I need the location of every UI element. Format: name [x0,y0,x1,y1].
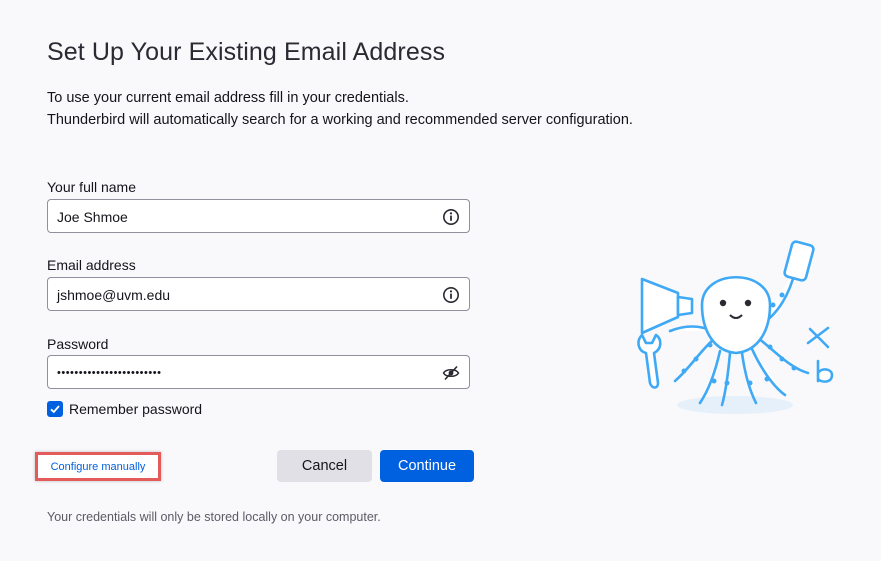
intro-line-1: To use your current email address fill i… [47,90,409,106]
email-value: jshmoe@uvm.edu [57,287,171,303]
checkmark-icon [50,405,60,414]
full-name-field[interactable]: Joe Shmoe [47,199,470,233]
privacy-footnote: Your credentials will only be stored loc… [47,510,381,524]
configure-manually-highlight: Configure manually [35,452,161,481]
info-icon[interactable] [442,208,460,226]
full-name-value: Joe Shmoe [57,209,128,225]
password-field[interactable]: •••••••••••••••••••••••• [47,355,470,389]
remember-password-row[interactable]: Remember password [47,401,202,417]
password-label: Password [47,336,109,352]
eye-slash-icon[interactable] [442,364,460,382]
info-icon[interactable] [442,286,460,304]
email-label: Email address [47,257,136,273]
intro-text: To use your current email address fill i… [47,87,633,131]
full-name-label: Your full name [47,179,136,195]
page-title: Set Up Your Existing Email Address [47,38,446,66]
mascot-eye [719,299,727,307]
octopus-mascot-illustration [637,240,834,414]
continue-button[interactable]: Continue [380,450,474,482]
cancel-button[interactable]: Cancel [277,450,372,482]
password-value: •••••••••••••••••••••••• [57,367,162,379]
intro-line-2: Thunderbird will automatically search fo… [47,112,633,128]
configure-manually-link[interactable]: Configure manually [51,461,146,473]
email-field[interactable]: jshmoe@uvm.edu [47,277,470,311]
remember-password-checkbox[interactable] [47,401,63,417]
mascot-eye [744,299,752,307]
remember-password-label: Remember password [69,401,203,417]
